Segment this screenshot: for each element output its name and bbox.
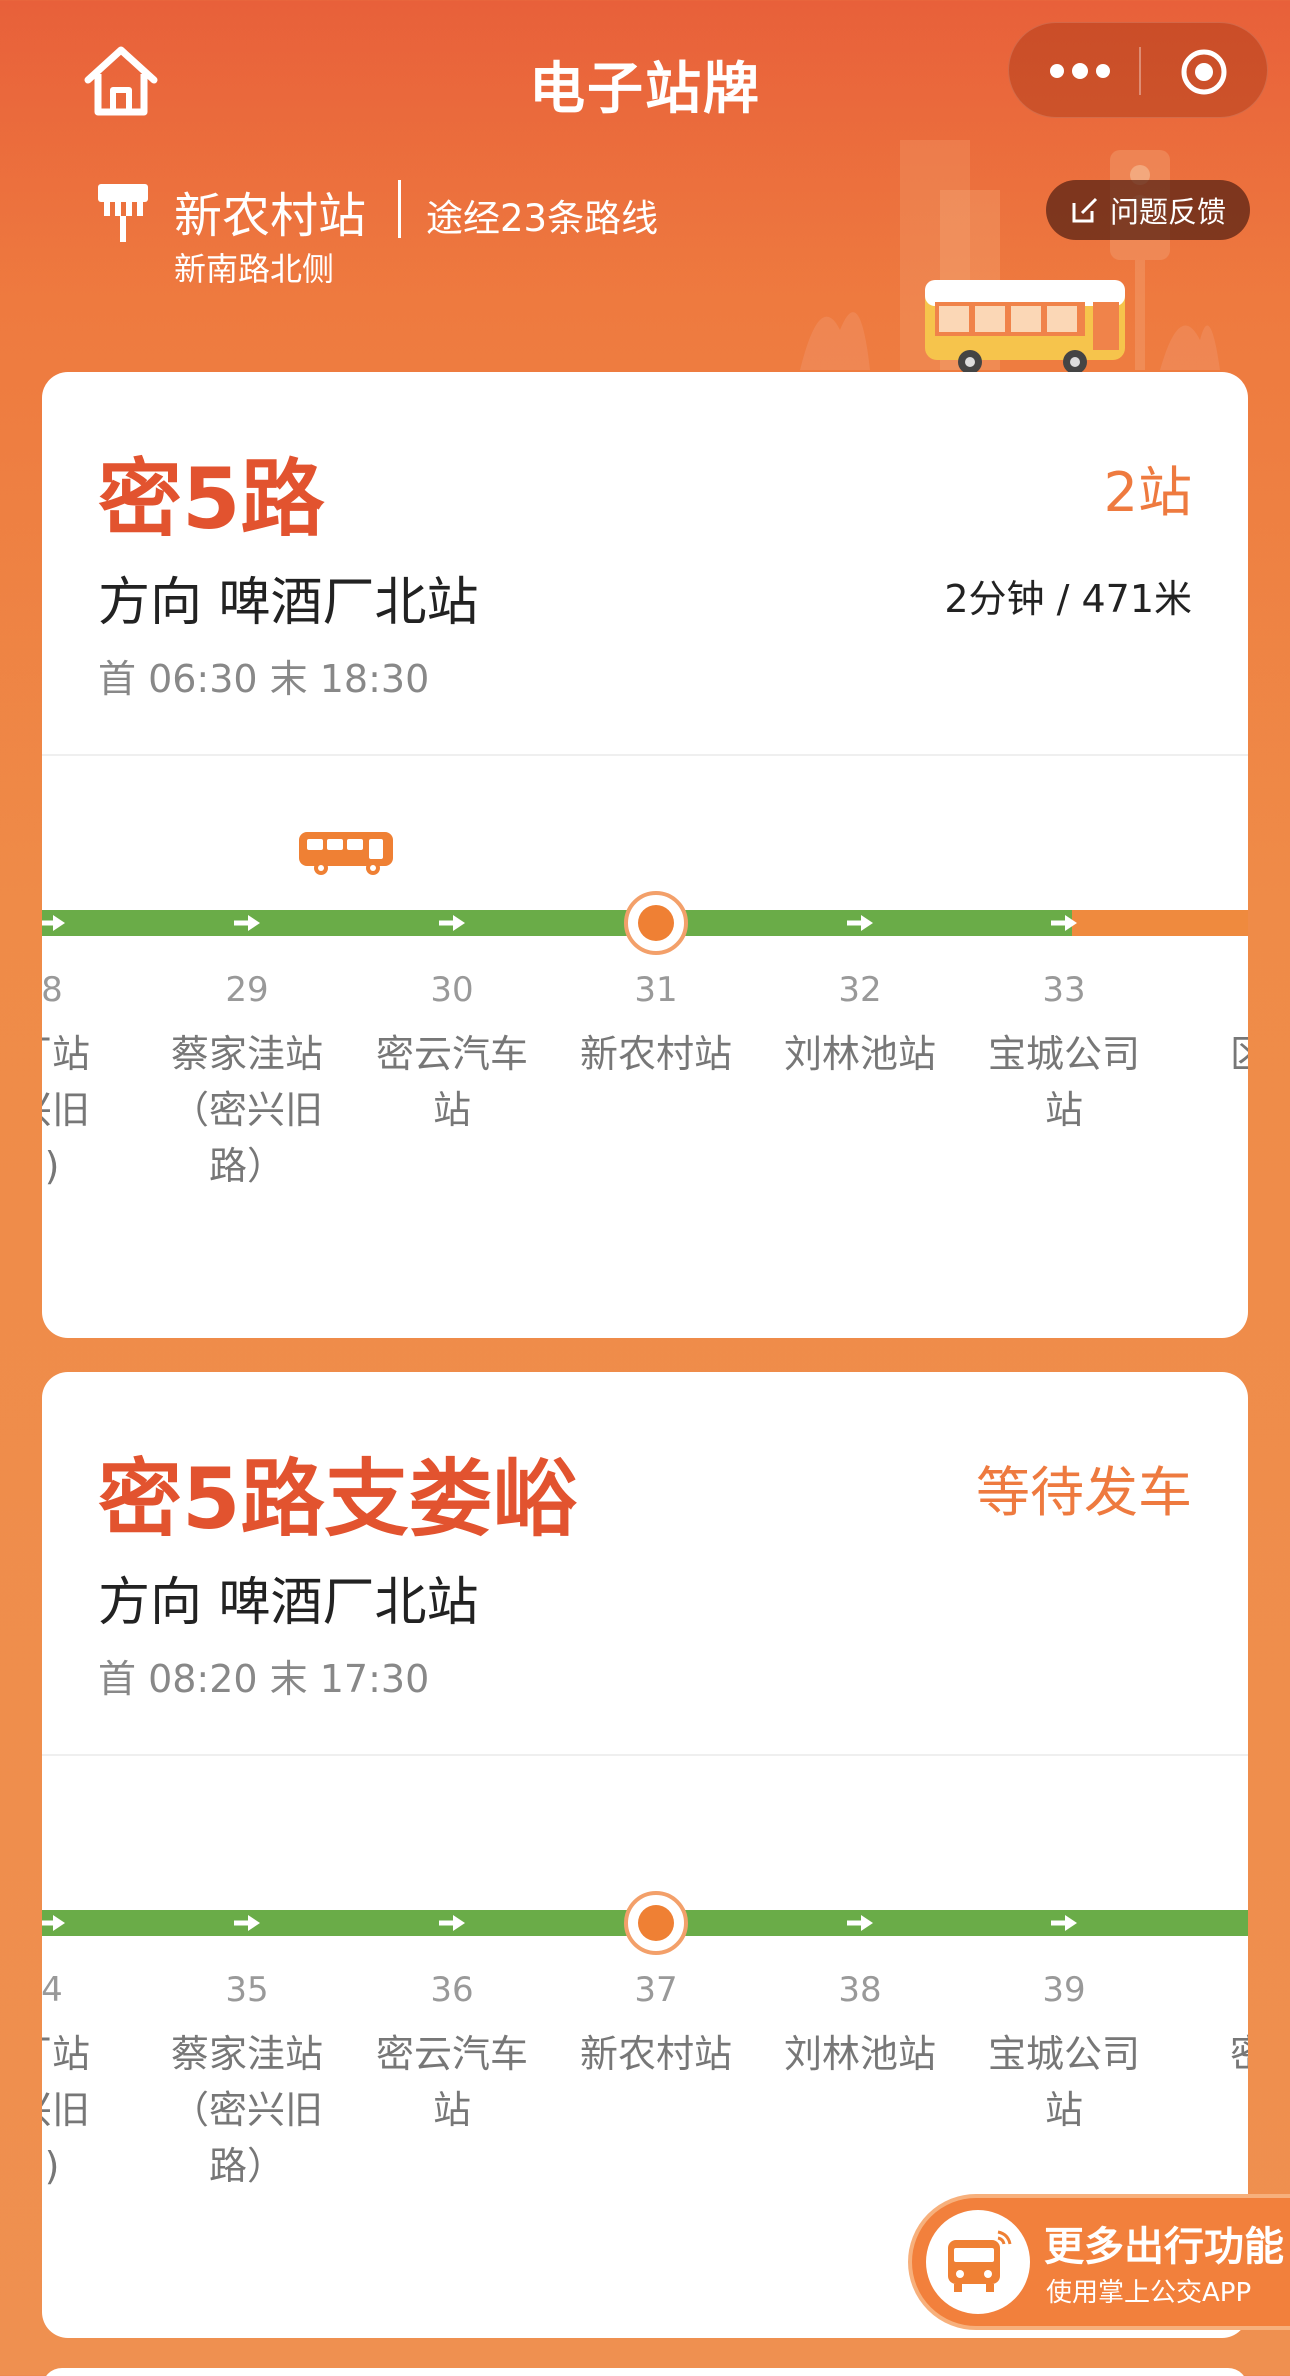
promo-title: 更多出行功能: [1044, 2224, 1284, 2270]
stop-name[interactable]: 宝城公司 站: [979, 1026, 1149, 1138]
route-line-traffic: [1072, 910, 1248, 936]
stop-name[interactable]: 密云汽车 站: [367, 2026, 537, 2138]
stop-name[interactable]: 区工: [1183, 1026, 1248, 1082]
arrow-right-icon: [1051, 1915, 1077, 1931]
close-program-button[interactable]: [1179, 47, 1229, 97]
route-direction: 方向 啤酒厂北站: [98, 573, 479, 633]
route-hours: 首 08:20 末 17:30: [98, 1657, 430, 1701]
route-name: 密5路: [98, 450, 325, 548]
feedback-label: 问题反馈: [1110, 195, 1227, 229]
stop-number: 32: [838, 970, 882, 1010]
stop-name[interactable]: 刘林池站: [775, 2026, 945, 2082]
stop-name[interactable]: 宝城公司 站: [979, 2026, 1149, 2138]
stop-name[interactable]: 蔡家洼站 （密兴旧 路）: [162, 2026, 332, 2194]
route-card[interactable]: 密5路 2站 方向 啤酒厂北站 2分钟 / 471米 首 06:30 末 18:…: [42, 372, 1248, 1338]
city-bus-illustration: [800, 140, 1220, 374]
feedback-button[interactable]: 问题反馈: [1046, 180, 1250, 240]
stop-name[interactable]: 新农村站: [571, 2026, 741, 2082]
arrow-right-icon: [1051, 915, 1077, 931]
stop-name[interactable]: 刘林池站: [775, 1026, 945, 1082]
current-stop-marker: [624, 1891, 688, 1955]
card-divider: [42, 1754, 1248, 1756]
more-dots-icon: [1050, 63, 1110, 79]
arrow-right-icon: [439, 1915, 465, 1931]
mini-program-capsule: [1008, 22, 1268, 118]
stop-name[interactable]: 厂站 兴旧 ): [42, 1026, 137, 1194]
route-card-partial[interactable]: [42, 2368, 1248, 2376]
station-divider: [398, 180, 401, 238]
arrow-right-icon: [234, 1915, 260, 1931]
more-button[interactable]: [1045, 47, 1115, 95]
stop-number: 38: [838, 1970, 882, 2010]
stop-name[interactable]: 新农村站: [571, 1026, 741, 1082]
bus-stop-sign-icon: [98, 184, 148, 242]
route-status: 等待发车: [976, 1461, 1192, 1524]
arrow-right-icon: [234, 915, 260, 931]
bus-icon: [299, 832, 393, 875]
route-status: 2站: [1103, 461, 1192, 524]
stop-name[interactable]: 密云汽车 站: [367, 1026, 537, 1138]
arrow-right-icon: [847, 1915, 873, 1931]
route-hours: 首 06:30 末 18:30: [98, 657, 430, 701]
stop-name[interactable]: 蔡家洼站 （密兴旧 路）: [162, 1026, 332, 1194]
route-name: 密5路支娄峪: [98, 1450, 577, 1548]
stop-number: 37: [634, 1970, 678, 2010]
arrow-right-icon: [439, 915, 465, 931]
decorative-bus: [925, 280, 1125, 374]
stop-number: 4: [42, 1970, 63, 2010]
arrow-right-icon: [847, 915, 873, 931]
card-divider: [42, 754, 1248, 756]
promo-subtitle: 使用掌上公交APP: [1046, 2278, 1252, 2308]
arrow-right-icon: [42, 915, 65, 931]
stop-number: 30: [430, 970, 474, 1010]
station-route-count: 途经23条路线: [426, 197, 659, 240]
stop-number: 31: [634, 970, 678, 1010]
arrow-right-icon: [42, 1915, 65, 1931]
station-road: 新南路北侧: [174, 250, 335, 288]
promo-icon-circle: [926, 2210, 1030, 2314]
capsule-divider: [1139, 47, 1141, 95]
app-promo-button[interactable]: 更多出行功能 使用掌上公交APP: [908, 2194, 1290, 2330]
stop-number: 35: [225, 1970, 269, 2010]
edit-icon: [1072, 197, 1098, 223]
bus-icon: [948, 2230, 1012, 2292]
stop-name[interactable]: 密云: [1183, 2026, 1248, 2082]
stop-number: 33: [1042, 970, 1086, 1010]
station-name: 新农村站: [174, 188, 367, 244]
stop-name[interactable]: 厂站 兴旧 ): [42, 2026, 137, 2194]
stop-number: 8: [42, 970, 63, 1010]
target-icon: [1181, 49, 1227, 95]
route-eta: 2分钟 / 471米: [944, 577, 1192, 621]
stop-number: 29: [225, 970, 269, 1010]
stop-number: 36: [430, 1970, 474, 2010]
current-stop-marker: [624, 891, 688, 955]
route-direction: 方向 啤酒厂北站: [98, 1573, 479, 1633]
stop-number: 39: [1042, 1970, 1086, 2010]
